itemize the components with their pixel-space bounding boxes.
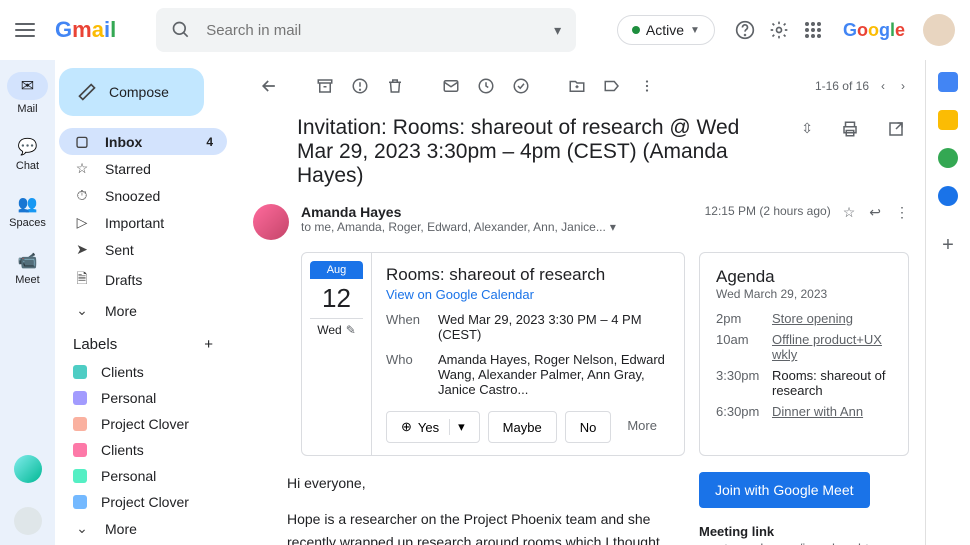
menu-icon[interactable] — [15, 23, 35, 37]
nav-more[interactable]: ⌄More — [59, 297, 227, 324]
nav-inbox[interactable]: ▢Inbox4 — [59, 128, 227, 155]
apps-icon[interactable] — [801, 18, 825, 42]
agenda-item[interactable]: 10amOffline product+UX wkly — [716, 332, 892, 362]
recipients[interactable]: to me, Amanda, Roger, Edward, Alexander,… — [301, 220, 693, 234]
rail-chat[interactable]: 💬Chat — [16, 133, 39, 176]
labels-header: Labels — [73, 336, 117, 353]
print-icon[interactable] — [837, 116, 863, 142]
nav-important[interactable]: ▷Important — [59, 209, 227, 236]
settings-icon[interactable] — [767, 18, 791, 42]
agenda-item[interactable]: 2pmStore opening — [716, 311, 892, 326]
keep-addon-icon[interactable] — [938, 110, 958, 130]
rsvp-maybe-button[interactable]: Maybe — [488, 411, 557, 443]
email-subject: Invitation: Rooms: shareout of research … — [297, 116, 777, 188]
prev-page-icon[interactable]: ‹ — [877, 75, 889, 97]
event-who: Amanda Hayes, Roger Nelson, Edward Wang,… — [438, 352, 670, 397]
search-icon — [171, 20, 191, 40]
task-icon[interactable] — [505, 70, 537, 102]
archive-icon[interactable] — [309, 70, 341, 102]
add-addon-icon[interactable]: + — [942, 234, 954, 257]
contacts-addon-icon[interactable] — [938, 186, 958, 206]
app-rail: ✉Mail 💬Chat 👥Spaces 📹Meet — [0, 60, 55, 545]
event-when: Wed Mar 29, 2023 3:30 PM – 4 PM (CEST) — [438, 312, 670, 342]
gmail-logo[interactable]: Gmail — [55, 17, 116, 43]
page-counter: 1-16 of 16 — [815, 79, 869, 93]
popout-icon[interactable] — [883, 116, 909, 142]
invitation-card: Aug 12 Wed✎ Rooms: shareout of research … — [301, 252, 685, 456]
agenda-card: Agenda Wed March 29, 2023 2pmStore openi… — [699, 252, 909, 456]
star-icon[interactable]: ☆ — [843, 204, 856, 221]
sender-name: Amanda Hayes — [301, 204, 693, 220]
rail-mail[interactable]: ✉Mail — [7, 68, 48, 119]
nav-starred[interactable]: ☆Starred — [59, 155, 227, 182]
join-meet-button[interactable]: Join with Google Meet — [699, 472, 870, 508]
snooze-icon[interactable] — [470, 70, 502, 102]
label-item[interactable]: ⌄More — [59, 515, 227, 542]
date-badge: Aug 12 Wed✎ — [302, 253, 372, 455]
google-logo[interactable]: Google — [843, 20, 905, 41]
add-label-icon[interactable]: + — [204, 336, 213, 353]
side-panel: + — [925, 60, 970, 545]
label-icon[interactable] — [596, 70, 628, 102]
nav-sent[interactable]: ➤Sent — [59, 236, 227, 263]
tasks-addon-icon[interactable] — [938, 148, 958, 168]
timestamp: 12:15 PM (2 hours ago) — [705, 204, 831, 218]
email-body: Hi everyone, Hope is a researcher on the… — [287, 472, 675, 545]
agenda-item[interactable]: 6:30pmDinner with Ann — [716, 404, 892, 419]
label-item[interactable]: Project Clover — [59, 411, 227, 437]
sidebar: Compose ▢Inbox4 ☆Starred ⏱Snoozed ▷Impor… — [55, 60, 235, 545]
reply-icon[interactable]: ↩ — [869, 204, 881, 221]
agenda-title: Agenda — [716, 267, 892, 287]
search-input[interactable] — [206, 22, 554, 39]
compose-button[interactable]: Compose — [59, 68, 204, 116]
status-pill[interactable]: Active ▼ — [617, 15, 715, 45]
back-button[interactable] — [253, 70, 285, 102]
message-pane: 1-16 of 16 ‹ › Invitation: Rooms: shareo… — [235, 60, 925, 545]
status-dot — [632, 26, 640, 34]
compose-label: Compose — [109, 84, 169, 100]
nav-drafts[interactable]: 🗎Drafts — [59, 263, 227, 297]
rail-avatar-2[interactable] — [14, 507, 42, 535]
help-icon[interactable] — [733, 18, 757, 42]
calendar-addon-icon[interactable] — [938, 72, 958, 92]
search-bar[interactable]: ▾ — [156, 8, 576, 52]
agenda-date: Wed March 29, 2023 — [716, 287, 892, 301]
next-page-icon[interactable]: › — [897, 75, 909, 97]
label-item[interactable]: Clients — [59, 359, 227, 385]
agenda-item[interactable]: 3:30pmRooms: shareout of research — [716, 368, 892, 398]
rail-meet[interactable]: 📹Meet — [15, 247, 39, 290]
calendar-link[interactable]: View on Google Calendar — [386, 287, 670, 302]
nav-snoozed[interactable]: ⏱Snoozed — [59, 182, 227, 209]
search-options-icon[interactable]: ▾ — [554, 22, 561, 39]
rail-avatar-1[interactable] — [14, 455, 42, 483]
label-item[interactable]: Personal — [59, 463, 227, 489]
spam-icon[interactable] — [344, 70, 376, 102]
move-icon[interactable] — [561, 70, 593, 102]
expand-icon[interactable]: ⇳ — [797, 116, 817, 141]
meeting-link: meet.google.com/jxs-wha-eht — [699, 541, 869, 545]
more-icon[interactable] — [631, 70, 663, 102]
status-label: Active — [646, 22, 684, 38]
label-item[interactable]: Clients — [59, 437, 227, 463]
profile-avatar[interactable] — [923, 14, 955, 46]
more-actions-icon[interactable]: ⋮ — [895, 204, 909, 221]
delete-icon[interactable] — [379, 70, 411, 102]
event-title: Rooms: shareout of research — [386, 265, 670, 285]
rsvp-more[interactable]: More — [619, 411, 665, 443]
rsvp-no-button[interactable]: No — [565, 411, 612, 443]
unread-icon[interactable] — [435, 70, 467, 102]
label-item[interactable]: Personal — [59, 385, 227, 411]
rail-spaces[interactable]: 👥Spaces — [9, 190, 46, 233]
rsvp-yes-button[interactable]: ⊕Yes▾ — [386, 411, 480, 443]
sender-avatar — [253, 204, 289, 240]
label-item[interactable]: Project Clover — [59, 489, 227, 515]
